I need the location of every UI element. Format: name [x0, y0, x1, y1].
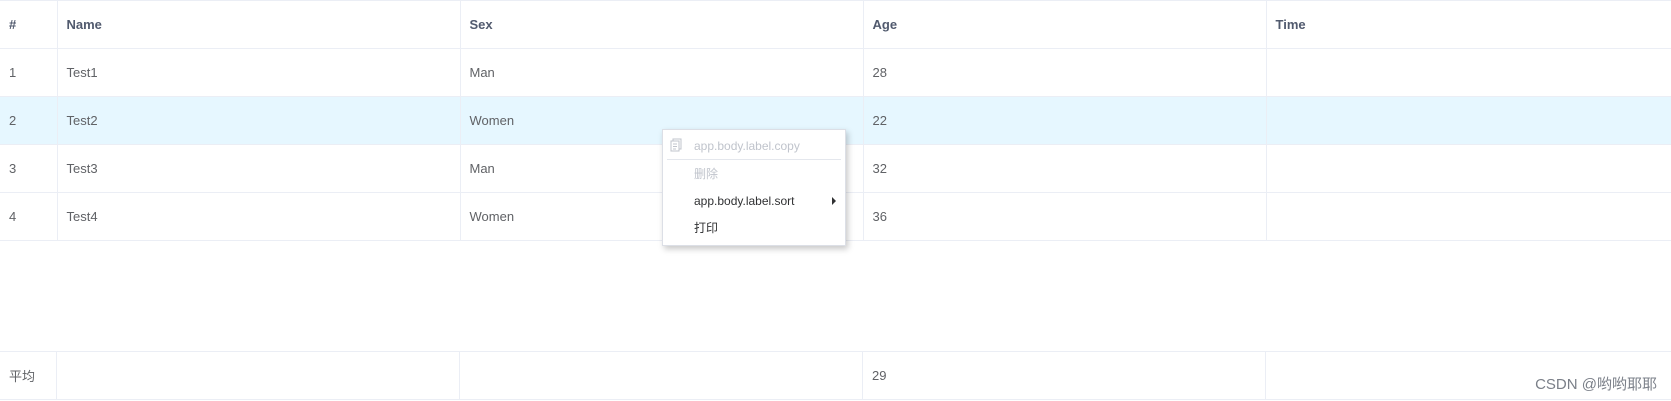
menu-item-label: app.body.label.sort [694, 193, 795, 208]
cell-time[interactable] [1266, 96, 1671, 145]
cell-time[interactable] [1266, 192, 1671, 241]
cell-age[interactable]: 28 [863, 48, 1267, 97]
menu-item-copy[interactable]: app.body.label.copy [663, 132, 845, 159]
cell-index[interactable]: 2 [0, 96, 58, 145]
column-header-sex[interactable]: Sex [460, 0, 864, 49]
footer-row: 平均 29 [0, 351, 1671, 400]
footer-cell-age: 29 [863, 352, 1266, 399]
column-header-index[interactable]: # [0, 0, 58, 49]
table-row[interactable]: 1 Test1 Man 28 [0, 48, 1671, 97]
caret-right-icon [832, 197, 836, 205]
table-empty-area [0, 240, 1671, 351]
column-header-age[interactable]: Age [863, 0, 1267, 49]
column-header-time[interactable]: Time [1266, 0, 1671, 49]
footer-cell-sex [460, 352, 863, 399]
cell-name[interactable]: Test3 [57, 144, 461, 193]
cell-name[interactable]: Test1 [57, 48, 461, 97]
cell-sex[interactable]: Man [460, 48, 864, 97]
menu-item-label: app.body.label.copy [694, 138, 800, 153]
watermark: CSDN @哟哟耶耶 [1535, 376, 1657, 393]
copy-icon [670, 138, 682, 152]
cell-age[interactable]: 36 [863, 192, 1267, 241]
column-header-name[interactable]: Name [57, 0, 461, 49]
cell-index[interactable]: 1 [0, 48, 58, 97]
cell-index[interactable]: 3 [0, 144, 58, 193]
cell-name[interactable]: Test2 [57, 96, 461, 145]
menu-item-label: 删除 [694, 167, 719, 181]
menu-item-print[interactable]: 打印 [663, 214, 845, 241]
header-row: # Name Sex Age Time [0, 0, 1671, 49]
cell-time[interactable] [1266, 144, 1671, 193]
cell-age[interactable]: 32 [863, 144, 1267, 193]
menu-item-label: 打印 [694, 221, 719, 235]
menu-item-sort[interactable]: app.body.label.sort [663, 187, 845, 214]
context-menu: app.body.label.copy 删除 app.body.label.so… [662, 129, 846, 246]
footer-cell-name [57, 352, 460, 399]
cell-name[interactable]: Test4 [57, 192, 461, 241]
footer-cell-label: 平均 [0, 352, 57, 399]
menu-item-delete[interactable]: 删除 [663, 160, 845, 187]
cell-index[interactable]: 4 [0, 192, 58, 241]
cell-time[interactable] [1266, 48, 1671, 97]
cell-age[interactable]: 22 [863, 96, 1267, 145]
